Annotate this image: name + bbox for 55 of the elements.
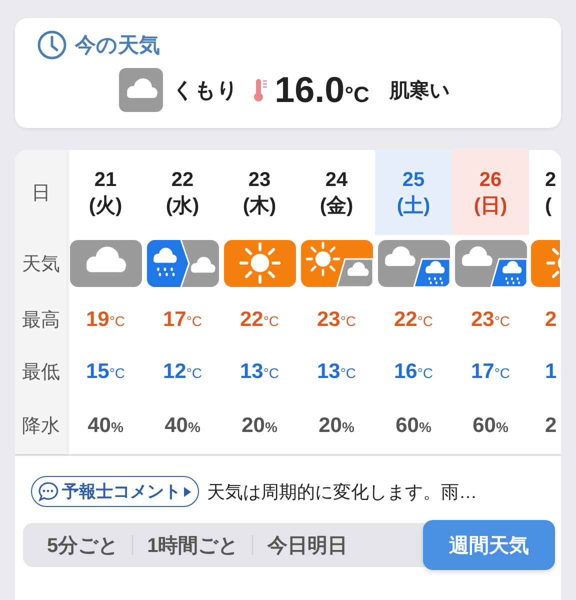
precipitation-chance: 40% [164, 414, 200, 438]
precipitation-chance: 20% [318, 414, 354, 438]
date-header: 23 (木) [242, 168, 278, 218]
thermometer-icon [252, 77, 269, 103]
view-tab[interactable]: 5分ごと [33, 523, 132, 567]
low-temperature: 13°C [316, 360, 356, 384]
high-temperature: 23°C [316, 308, 356, 332]
weather-icon [378, 240, 450, 287]
weather-condition: くもり [172, 78, 239, 104]
date-header: 21 (火) [88, 168, 124, 218]
weather-icon [300, 240, 372, 287]
low-temperature: 16°C [394, 360, 434, 384]
precipitation-chance: 60% [396, 414, 432, 438]
high-temperature: 19°C [86, 308, 126, 332]
row-label: 日 [32, 182, 50, 206]
precipitation-chance: 60% [472, 414, 508, 438]
row-label: 最低 [22, 361, 60, 385]
weekday-label: ( [545, 194, 552, 218]
precipitation-chance: 20% [242, 414, 278, 438]
row-label: 降水 [22, 414, 60, 438]
high-temperature: 2 [545, 308, 557, 332]
row-label: 最高 [22, 308, 60, 332]
clock-icon [37, 30, 67, 60]
date-header: 22 (水) [164, 168, 200, 218]
high-temperature: 22°C [240, 308, 280, 332]
date-header: 24 (金) [318, 168, 354, 218]
weather-icon [454, 240, 526, 287]
precipitation-chance: 40% [88, 414, 124, 438]
cloud-icon [118, 68, 163, 112]
weather-icon [146, 240, 218, 287]
high-temperature: 23°C [470, 308, 510, 332]
view-tab[interactable]: 1時間ごと [133, 523, 252, 567]
low-temperature: 17°C [470, 360, 510, 384]
low-temperature: 12°C [162, 360, 202, 384]
date-number: 2 [545, 168, 556, 192]
high-temperature: 17°C [162, 308, 202, 332]
low-temperature: 1 [545, 360, 557, 384]
speech-bubble-icon [37, 480, 59, 502]
view-tab[interactable]: 週間天気 [423, 520, 555, 570]
row-label: 天気 [22, 252, 60, 276]
date-header: 25 (土) [375, 150, 452, 235]
precipitation-chance: 2 [545, 414, 557, 438]
high-temperature: 22°C [394, 308, 434, 332]
section-title: 今の天気 [75, 33, 160, 59]
forecaster-comment-button[interactable]: 予報士コメント [31, 476, 199, 507]
feel-label: 肌寒い [389, 78, 450, 104]
low-temperature: 13°C [240, 360, 280, 384]
weather-icon [70, 240, 142, 287]
date-header: 26 (日) [452, 150, 529, 235]
weather-icon [224, 240, 296, 287]
low-temperature: 15°C [86, 360, 126, 384]
comment-text: 天気は周期的に変化します。雨… [207, 480, 477, 504]
caret-icon [184, 486, 191, 496]
current-temperature: 16.0°C [274, 69, 370, 111]
view-tab[interactable]: 今日明日 [253, 523, 362, 567]
